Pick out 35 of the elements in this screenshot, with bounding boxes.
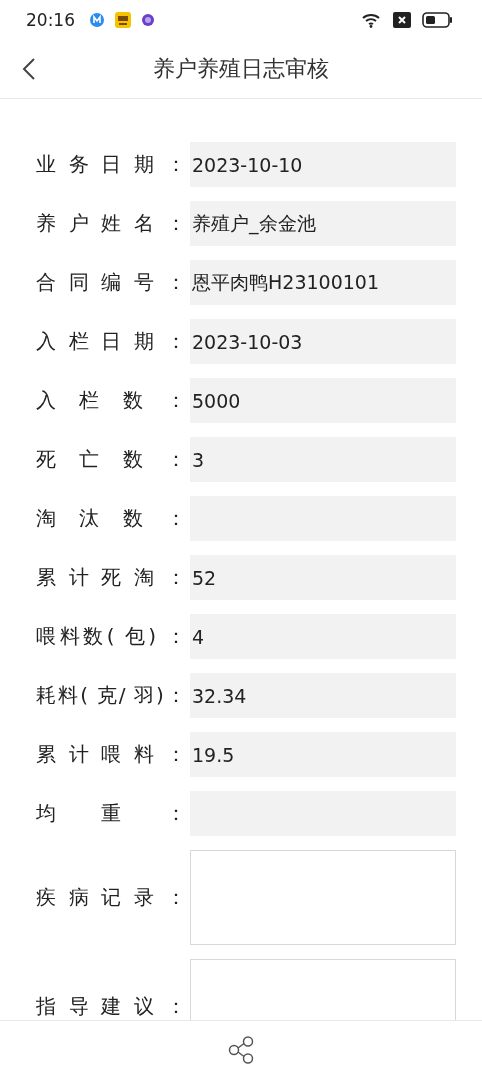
app-icon: [115, 12, 131, 28]
input-field[interactable]: 5000: [190, 378, 456, 423]
field-label: 养户姓名：: [36, 210, 186, 237]
text-area[interactable]: [190, 850, 456, 945]
field-label: 入栏数：: [36, 387, 186, 414]
field-label: 累计死淘：: [36, 564, 186, 591]
input-field[interactable]: 32.34: [190, 673, 456, 718]
field-label: 疾病记录：: [36, 884, 186, 911]
field-label: 均重：: [36, 800, 186, 827]
status-time: 20:16: [26, 10, 75, 30]
battery-icon: [422, 12, 452, 28]
input-field[interactable]: 2023-10-03: [190, 319, 456, 364]
field-label: 喂料数( 包) ：: [36, 623, 186, 650]
field-label: 死亡数：: [36, 446, 186, 473]
input-field[interactable]: 19.5: [190, 732, 456, 777]
field-label: 业务日期：: [36, 151, 186, 178]
input-field[interactable]: 养殖户_余金池: [190, 201, 456, 246]
input-field[interactable]: 52: [190, 555, 456, 600]
input-field[interactable]: 3: [190, 437, 456, 482]
input-field[interactable]: 4: [190, 614, 456, 659]
field-label: 累计喂料：: [36, 741, 186, 768]
page-title: 养户养殖日志审核: [153, 55, 329, 83]
field-label: 指导建议：: [36, 993, 186, 1020]
field-label: 合同编号：: [36, 269, 186, 296]
field-label: 淘汰数：: [36, 505, 186, 532]
app-icon: [90, 13, 104, 27]
status-dot-icon: [142, 14, 154, 26]
back-icon[interactable]: [22, 57, 36, 81]
field-label: 耗料( 克/ 羽)：: [36, 682, 186, 709]
field-label: 入栏日期：: [36, 328, 186, 355]
input-field[interactable]: 恩平肉鸭H23100101: [190, 260, 456, 305]
wifi-icon: [362, 12, 382, 28]
input-field[interactable]: 2023-10-10: [190, 142, 456, 187]
sim-icon: [393, 12, 411, 28]
share-icon[interactable]: [228, 1036, 254, 1064]
